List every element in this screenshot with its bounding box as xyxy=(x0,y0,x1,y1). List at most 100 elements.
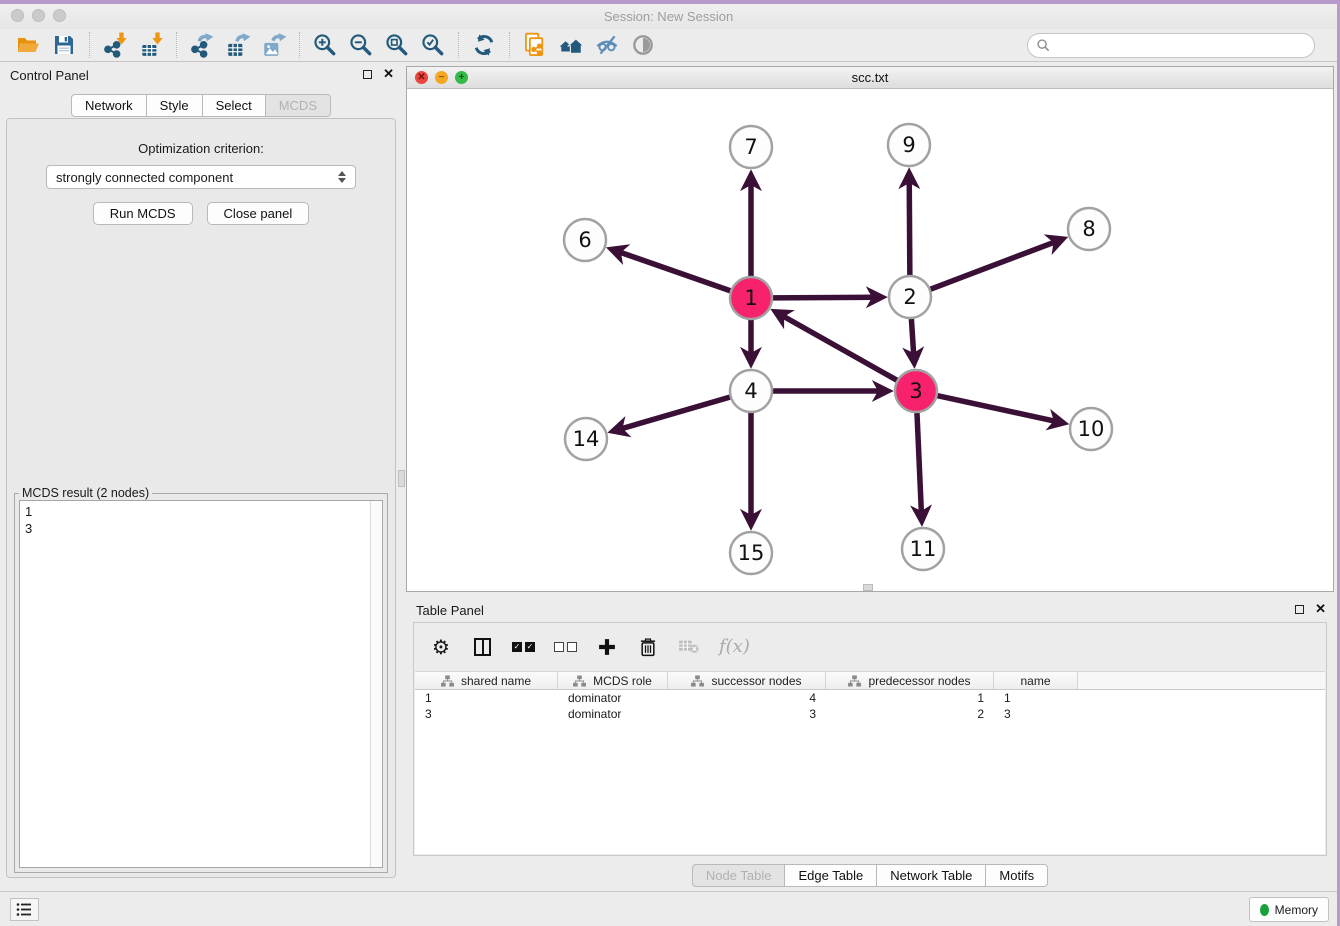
graph-edge-2-8[interactable] xyxy=(931,240,1060,289)
zoom-out-button[interactable] xyxy=(343,30,379,60)
column-selector-button[interactable] xyxy=(471,635,493,659)
show-view-button[interactable] xyxy=(625,30,661,60)
save-session-button[interactable] xyxy=(46,30,82,60)
column-tree-icon xyxy=(691,675,704,687)
table-cell[interactable]: 1 xyxy=(994,691,1078,705)
graph-node-4[interactable]: 4 xyxy=(730,370,772,412)
graph-edge-2-3[interactable] xyxy=(911,319,914,360)
table-cell[interactable]: 4 xyxy=(668,691,826,705)
table-cell[interactable]: 3 xyxy=(668,707,826,721)
tab-edge-table[interactable]: Edge Table xyxy=(785,864,877,887)
mcds-result-area[interactable]: 1 3 xyxy=(19,500,383,868)
graph-edge-1-6[interactable] xyxy=(614,250,730,291)
table-cell[interactable]: 3 xyxy=(415,707,558,721)
graph-edge-4-14[interactable] xyxy=(616,397,730,430)
export-table-button[interactable] xyxy=(220,30,256,60)
tab-motifs[interactable]: Motifs xyxy=(986,864,1048,887)
open-file-button[interactable] xyxy=(10,30,46,60)
function-builder-button[interactable]: f(x) xyxy=(719,635,750,659)
table-row[interactable]: 1dominator411 xyxy=(415,690,1325,706)
network-close-button[interactable]: ✕ xyxy=(415,71,428,84)
table-cell[interactable]: 1 xyxy=(826,691,994,705)
window-zoom-button[interactable] xyxy=(53,9,66,22)
tab-node-table[interactable]: Node Table xyxy=(692,864,786,887)
network-canvas[interactable]: 7 9 6 8 1 2 4 3 14 10 15 11 xyxy=(407,89,1333,591)
network-window-resize-handle[interactable] xyxy=(863,584,873,591)
close-panel-button[interactable]: Close panel xyxy=(207,202,310,225)
search-input[interactable] xyxy=(1051,37,1306,53)
mcds-result-scrollbar[interactable] xyxy=(370,501,382,867)
graph-node-9[interactable]: 9 xyxy=(888,124,930,166)
control-panel-tab-bar: NetworkStyleSelectMCDS xyxy=(0,94,402,117)
table-cell[interactable]: 3 xyxy=(994,707,1078,721)
graph-node-7[interactable]: 7 xyxy=(730,126,772,168)
unselect-all-button[interactable] xyxy=(554,635,577,659)
graph-edge-3-10[interactable] xyxy=(937,396,1060,423)
table-row[interactable]: 3dominator323 xyxy=(415,706,1325,722)
table-panel-float-icon[interactable] xyxy=(1295,605,1304,614)
export-image-button[interactable] xyxy=(256,30,292,60)
graph-node-14[interactable]: 14 xyxy=(565,418,607,460)
window-close-button[interactable] xyxy=(11,9,24,22)
graph-edge-1-2[interactable] xyxy=(773,297,879,298)
table-cell[interactable]: dominator xyxy=(558,707,668,721)
control-panel-float-icon[interactable] xyxy=(363,70,372,79)
run-mcds-button[interactable]: Run MCDS xyxy=(93,202,193,225)
table-cell[interactable]: 2 xyxy=(826,707,994,721)
network-from-file-button[interactable] xyxy=(517,30,553,60)
tab-mcds[interactable]: MCDS xyxy=(266,94,331,117)
delete-table-button[interactable] xyxy=(678,635,700,659)
task-history-button[interactable] xyxy=(10,898,39,921)
optimization-criterion-dropdown[interactable]: strongly connected component xyxy=(46,165,356,189)
network-zoom-button[interactable]: + xyxy=(455,71,468,84)
tab-network-table[interactable]: Network Table xyxy=(877,864,986,887)
import-table-button[interactable] xyxy=(133,30,169,60)
memory-button[interactable]: Memory xyxy=(1249,897,1329,922)
graph-node-11[interactable]: 11 xyxy=(902,528,944,570)
control-panel-close-icon[interactable]: ✕ xyxy=(383,68,394,80)
table-cell[interactable]: 1 xyxy=(415,691,558,705)
delete-row-button[interactable] xyxy=(637,635,659,659)
network-window-titlebar[interactable]: ✕ − + scc.txt xyxy=(407,67,1333,89)
graph-edge-3-1[interactable] xyxy=(778,313,897,380)
search-field[interactable] xyxy=(1027,33,1315,58)
home-button[interactable] xyxy=(553,30,589,60)
zoom-fit-button[interactable] xyxy=(379,30,415,60)
export-network-button[interactable] xyxy=(184,30,220,60)
add-row-button[interactable] xyxy=(596,635,618,659)
graph-edge-2-9[interactable] xyxy=(909,176,910,275)
table-cell[interactable]: dominator xyxy=(558,691,668,705)
hide-panels-button[interactable] xyxy=(589,30,625,60)
panel-splitter-handle[interactable] xyxy=(398,470,405,487)
table-settings-button[interactable]: ⚙ xyxy=(430,635,452,659)
column-header-predecessor-nodes[interactable]: predecessor nodes xyxy=(826,672,994,689)
control-panel-title: Control Panel xyxy=(10,68,89,83)
column-header-name[interactable]: name xyxy=(994,672,1078,689)
graph-edge-3-11[interactable] xyxy=(917,413,922,518)
zoom-selected-button[interactable] xyxy=(415,30,451,60)
zoom-in-button[interactable] xyxy=(307,30,343,60)
network-minimize-button[interactable]: − xyxy=(435,71,448,84)
network-graph[interactable]: 7 9 6 8 1 2 4 3 14 10 15 11 xyxy=(407,89,1333,592)
window-minimize-button[interactable] xyxy=(32,9,45,22)
graph-node-2[interactable]: 2 xyxy=(889,276,931,318)
refresh-layout-button[interactable] xyxy=(466,30,502,60)
table-panel-close-icon[interactable]: ✕ xyxy=(1315,603,1326,615)
tab-network[interactable]: Network xyxy=(71,94,147,117)
graph-node-6[interactable]: 6 xyxy=(564,219,606,261)
tab-style[interactable]: Style xyxy=(147,94,203,117)
column-header-successor-nodes[interactable]: successor nodes xyxy=(668,672,826,689)
select-all-button[interactable]: ✓ ✓ xyxy=(512,635,535,659)
graph-node-1[interactable]: 1 xyxy=(730,277,772,319)
graph-node-10[interactable]: 10 xyxy=(1070,408,1112,450)
graph-node-3[interactable]: 3 xyxy=(895,370,937,412)
column-header-shared-name[interactable]: shared name xyxy=(415,672,558,689)
toolbar-separator xyxy=(89,32,90,58)
tab-select[interactable]: Select xyxy=(203,94,266,117)
graph-node-8[interactable]: 8 xyxy=(1068,208,1110,250)
unchecked-box-icon xyxy=(567,642,577,652)
column-header-mcds-role[interactable]: MCDS role xyxy=(558,672,668,689)
import-network-button[interactable] xyxy=(97,30,133,60)
graph-node-label: 1 xyxy=(744,286,757,310)
graph-node-15[interactable]: 15 xyxy=(730,532,772,574)
